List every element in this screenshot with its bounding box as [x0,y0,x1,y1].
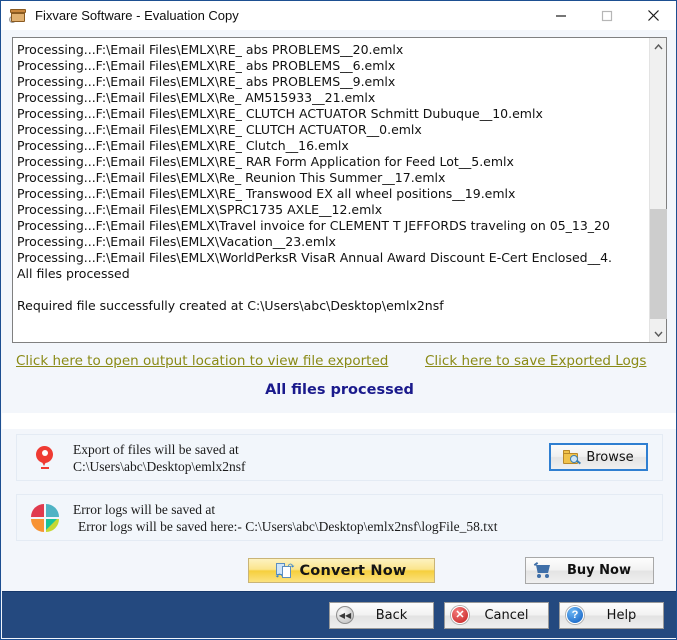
title-bar: Fixvare Software - Evaluation Copy [1,1,676,30]
cancel-button-label: Cancel [484,607,529,623]
shopping-cart-icon [533,562,553,578]
back-button[interactable]: ◀◀ Back [329,601,434,629]
archive-box-icon [9,7,27,25]
bottom-navigation-bar: ◀◀ Back ✕ Cancel ? Help [2,591,676,638]
scroll-up-icon[interactable] [650,38,667,55]
maximize-button[interactable] [584,1,630,30]
log-line: All files processed [17,266,130,281]
save-exported-logs-link[interactable]: Click here to save Exported Logs [425,353,646,369]
rewind-icon: ◀◀ [336,606,354,624]
log-line: Processing...F:\Email Files\EMLX\Re_ AM5… [17,90,376,105]
error-logs-panel: Error logs will be saved at Error logs w… [16,494,663,541]
log-line: Processing...F:\Email Files\EMLX\Travel … [17,218,610,233]
scrollbar-thumb[interactable] [650,209,667,319]
log-line: Processing...F:\Email Files\EMLX\WorldPe… [17,250,613,265]
error-logs-text: Error logs will be saved at Error logs w… [73,501,662,535]
export-destination-panel: Export of files will be saved at C:\User… [16,434,663,481]
log-line: Processing...F:\Email Files\EMLX\RE_ CLU… [17,122,422,137]
separator-band [2,413,676,429]
log-scrollbar[interactable] [649,38,667,342]
back-button-label: Back [375,607,408,623]
cancel-button[interactable]: ✕ Cancel [444,601,549,629]
log-line: Processing...F:\Email Files\EMLX\RE_ abs… [17,42,404,57]
log-line-blank [17,282,649,298]
error-cross-icon: ✕ [451,606,469,624]
browse-button[interactable]: Browse [549,443,648,471]
question-mark-icon: ? [566,606,584,624]
log-line: Processing...F:\Email Files\EMLX\Re_ Reu… [17,170,446,185]
pie-chart-icon [17,503,73,533]
log-line: Processing...F:\Email Files\EMLX\SPRC173… [17,202,383,217]
log-line: Processing...F:\Email Files\EMLX\RE_ abs… [17,58,396,73]
open-output-location-link[interactable]: Click here to open output location to vi… [16,353,388,369]
error-logs-line-2: Error logs will be saved here:- C:\Users… [78,518,498,534]
minimize-button[interactable] [538,1,584,30]
buy-now-label: Buy Now [567,563,631,578]
log-line: Processing...F:\Email Files\EMLX\RE_ Tra… [17,186,516,201]
status-message: All files processed [265,382,414,398]
log-line: Processing...F:\Email Files\EMLX\RE_ RAR… [17,154,514,169]
action-links-row: Click here to open output location to vi… [1,353,676,379]
location-pin-icon [17,445,73,470]
error-logs-line-1: Error logs will be saved at [73,501,216,517]
browse-button-label: Browse [586,449,634,465]
window-title: Fixvare Software - Evaluation Copy [35,8,239,23]
help-button-label: Help [606,607,637,623]
log-line: Required file successfully created at C:… [17,298,444,313]
log-line: Processing...F:\Email Files\EMLX\RE_ Clu… [17,138,349,153]
buy-now-button[interactable]: Buy Now [525,557,654,584]
log-line: Processing...F:\Email Files\EMLX\RE_ abs… [17,74,396,89]
scroll-down-icon[interactable] [650,325,667,342]
log-line: Processing...F:\Email Files\EMLX\Vacatio… [17,234,336,249]
window-controls [538,1,676,30]
help-button[interactable]: ? Help [559,601,664,629]
convert-now-button[interactable]: ↷ ↶ Convert Now [248,558,435,583]
processing-log-list[interactable]: Processing...F:\Email Files\EMLX\RE_ abs… [13,38,649,342]
convert-documents-icon: ↷ ↶ [275,561,295,581]
folder-search-icon [563,449,582,465]
convert-now-label: Convert Now [299,562,407,579]
application-window: Fixvare Software - Evaluation Copy Proce… [0,0,677,640]
log-line: Processing...F:\Email Files\EMLX\RE_ CLU… [17,106,543,121]
processing-log-panel: Processing...F:\Email Files\EMLX\RE_ abs… [12,37,667,343]
close-button[interactable] [630,1,676,30]
